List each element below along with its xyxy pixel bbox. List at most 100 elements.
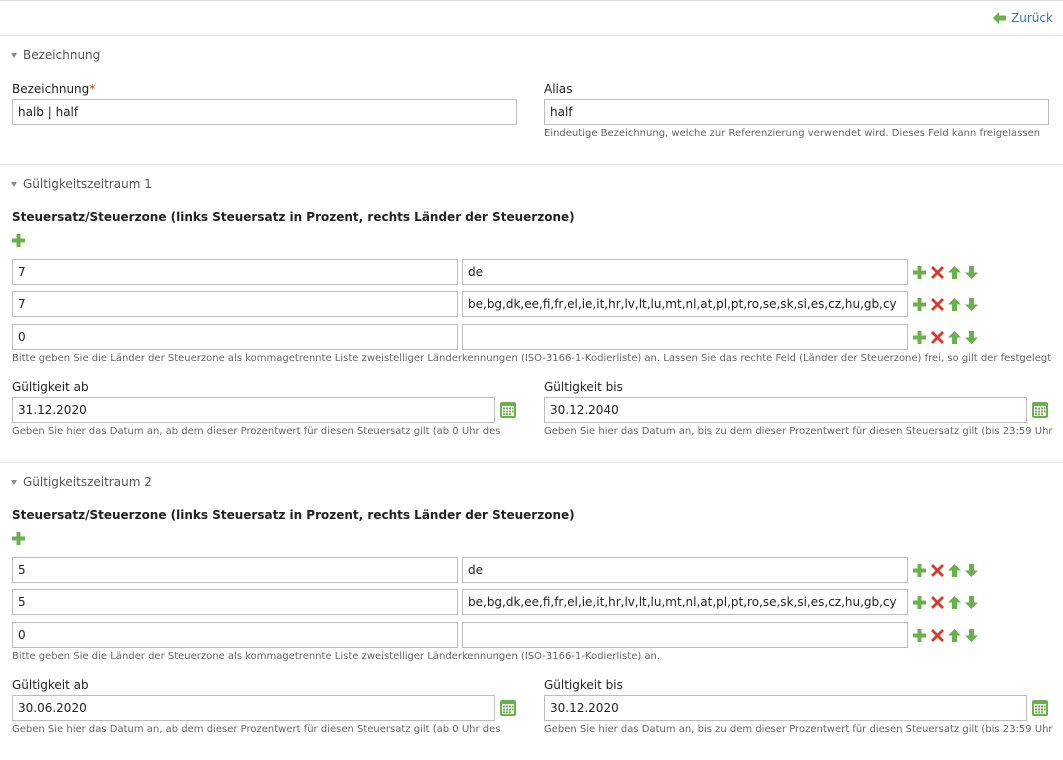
add-row-button[interactable] <box>913 564 926 577</box>
delete-icon <box>931 596 944 609</box>
valid-to-label: Gültigkeit bis <box>544 678 623 692</box>
arrow-up-icon <box>948 298 961 311</box>
valid-to-help: Geben Sie hier das Datum an, bis zu dem … <box>544 724 1054 735</box>
rate-input[interactable] <box>12 557 458 583</box>
delete-icon <box>931 298 944 311</box>
plus-icon <box>913 596 926 609</box>
alias-help: Eindeutige Bezeichnung, welche zur Refer… <box>544 128 1041 139</box>
arrow-up-icon <box>948 266 961 279</box>
valid-to-input[interactable] <box>544 695 1027 721</box>
add-row-button[interactable] <box>913 596 926 609</box>
valid-from-label: Gültigkeit ab <box>12 380 89 394</box>
valid-to-help: Geben Sie hier das Datum an, bis zu dem … <box>544 426 1054 437</box>
countries-input[interactable] <box>462 259 908 285</box>
calendar-button[interactable] <box>1032 700 1048 716</box>
plus-icon <box>913 266 926 279</box>
move-up-button[interactable] <box>948 564 961 577</box>
section-title: Gültigkeitszeitraum 2 <box>23 475 152 489</box>
move-up-button[interactable] <box>948 331 961 344</box>
valid-from-help: Geben Sie hier das Datum an, ab dem dies… <box>12 724 501 735</box>
move-down-button[interactable] <box>965 629 978 642</box>
plus-icon <box>913 629 926 642</box>
name-input[interactable] <box>12 99 517 125</box>
add-row-button[interactable] <box>913 266 926 279</box>
calendar-button[interactable] <box>1032 402 1048 418</box>
rate-input[interactable] <box>12 324 458 350</box>
move-down-button[interactable] <box>965 564 978 577</box>
section-header-period[interactable]: Gültigkeitszeitraum 1 <box>11 176 152 192</box>
arrow-up-icon <box>948 629 961 642</box>
delete-icon <box>931 331 944 344</box>
add-row-button[interactable] <box>913 629 926 642</box>
move-up-button[interactable] <box>948 298 961 311</box>
calendar-icon <box>500 700 516 716</box>
name-label-text: Bezeichnung <box>12 82 90 96</box>
calendar-icon <box>1032 700 1048 716</box>
add-row-button[interactable] <box>12 532 25 545</box>
rate-zone-help: Bitte geben Sie die Länder der Steuerzon… <box>12 651 661 662</box>
arrow-down-icon <box>965 564 978 577</box>
top-divider <box>0 0 1063 1</box>
collapse-triangle-icon <box>11 52 17 58</box>
move-up-button[interactable] <box>948 596 961 609</box>
section-title: Bezeichnung <box>23 48 101 62</box>
move-down-button[interactable] <box>965 266 978 279</box>
delete-row-button[interactable] <box>931 331 944 344</box>
alias-label: Alias <box>544 82 573 96</box>
rate-input[interactable] <box>12 622 458 648</box>
valid-from-input[interactable] <box>12 397 495 423</box>
delete-row-button[interactable] <box>931 564 944 577</box>
valid-from-input[interactable] <box>12 695 495 721</box>
rate-input[interactable] <box>12 589 458 615</box>
delete-icon <box>931 564 944 577</box>
arrow-up-icon <box>948 596 961 609</box>
divider <box>0 164 1063 165</box>
rate-input[interactable] <box>12 259 458 285</box>
section-header-bezeichnung[interactable]: Bezeichnung <box>11 47 100 63</box>
add-row-button[interactable] <box>913 298 926 311</box>
back-button[interactable]: Zurück <box>993 10 1053 26</box>
plus-icon <box>12 234 25 247</box>
calendar-icon <box>500 402 516 418</box>
delete-row-button[interactable] <box>931 596 944 609</box>
collapse-triangle-icon <box>11 479 17 485</box>
arrow-down-icon <box>965 596 978 609</box>
rate-zone-label: Steuersatz/Steuerzone (links Steuersatz … <box>12 210 575 224</box>
delete-row-button[interactable] <box>931 266 944 279</box>
countries-input[interactable] <box>462 324 908 350</box>
arrow-up-icon <box>948 564 961 577</box>
delete-icon <box>931 266 944 279</box>
valid-to-input[interactable] <box>544 397 1027 423</box>
arrow-down-icon <box>965 629 978 642</box>
delete-row-button[interactable] <box>931 298 944 311</box>
move-down-button[interactable] <box>965 331 978 344</box>
divider <box>0 462 1063 463</box>
add-row-button[interactable] <box>913 331 926 344</box>
countries-input[interactable] <box>462 589 908 615</box>
delete-row-button[interactable] <box>931 629 944 642</box>
plus-icon <box>12 532 25 545</box>
plus-icon <box>913 331 926 344</box>
name-label: Bezeichnung* <box>12 82 95 98</box>
plus-icon <box>913 298 926 311</box>
alias-input[interactable] <box>544 99 1049 125</box>
arrow-down-icon <box>965 331 978 344</box>
countries-input[interactable] <box>462 557 908 583</box>
arrow-up-icon <box>948 331 961 344</box>
calendar-button[interactable] <box>500 700 516 716</box>
valid-from-help: Geben Sie hier das Datum an, ab dem dies… <box>12 426 501 437</box>
calendar-button[interactable] <box>500 402 516 418</box>
add-row-button[interactable] <box>12 234 25 247</box>
arrow-left-icon <box>993 12 1006 24</box>
move-up-button[interactable] <box>948 629 961 642</box>
rate-zone-help: Bitte geben Sie die Länder der Steuerzon… <box>12 353 1052 364</box>
move-down-button[interactable] <box>965 298 978 311</box>
rate-input[interactable] <box>12 291 458 317</box>
countries-input[interactable] <box>462 291 908 317</box>
move-down-button[interactable] <box>965 596 978 609</box>
move-up-button[interactable] <box>948 266 961 279</box>
section-header-period[interactable]: Gültigkeitszeitraum 2 <box>11 474 152 490</box>
back-label: Zurück <box>1011 11 1053 25</box>
valid-from-label: Gültigkeit ab <box>12 678 89 692</box>
countries-input[interactable] <box>462 622 908 648</box>
